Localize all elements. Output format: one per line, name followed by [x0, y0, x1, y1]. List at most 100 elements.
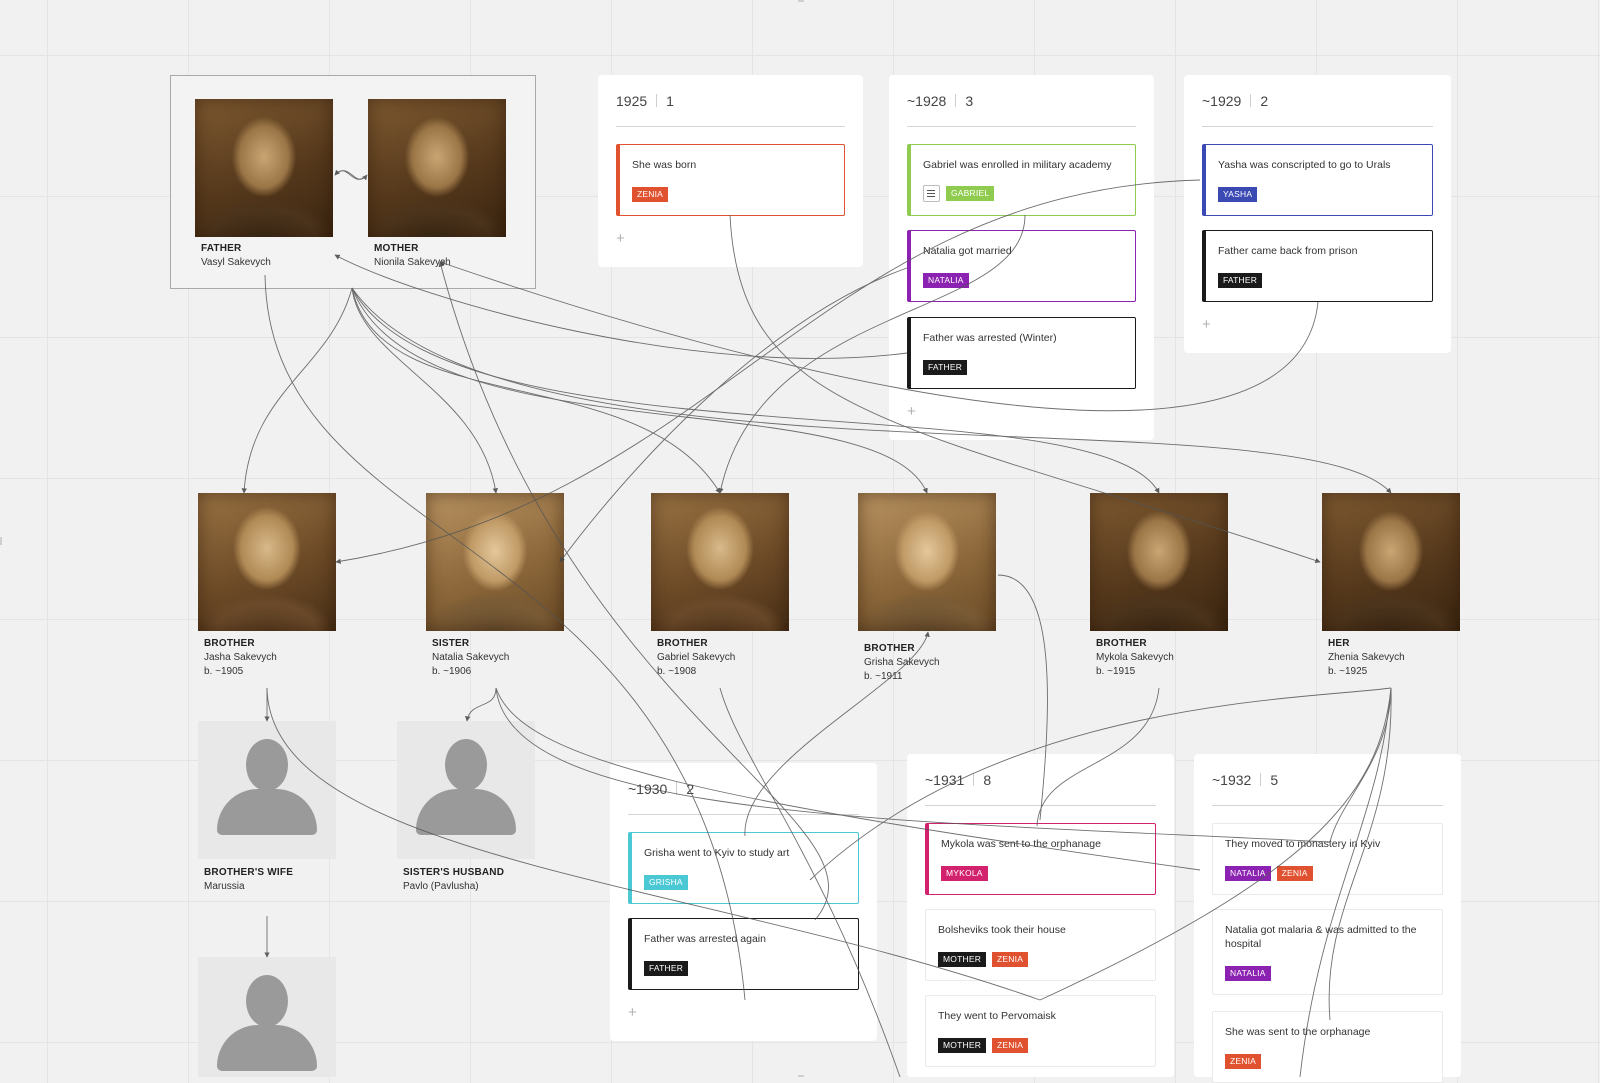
- person-name: Grisha Sakevych: [864, 657, 940, 668]
- column-divider: [628, 814, 859, 815]
- tag-natalia[interactable]: NATALIA: [923, 273, 969, 288]
- column-header[interactable]: ~1929 2: [1202, 93, 1268, 109]
- timeline-column[interactable]: ~1931 8 Mykola was sent to the orphanage MY…: [907, 754, 1174, 1077]
- event-tags: GABRIEL: [923, 185, 995, 202]
- event-card[interactable]: Mykola was sent to the orphanage MYKOLA: [925, 823, 1156, 895]
- tag-grisha[interactable]: GRISHA: [644, 875, 688, 890]
- column-year: ~1931: [925, 772, 965, 788]
- brothers-wife-avatar-placeholder[interactable]: [198, 721, 336, 859]
- gabriel-caption: BROTHER Gabriel Sakevych b. ~1908: [657, 637, 735, 679]
- column-divider: [925, 805, 1156, 806]
- person-name: Gabriel Sakevych: [657, 652, 736, 663]
- add-card-button[interactable]: +: [907, 403, 916, 420]
- tag-father[interactable]: FATHER: [1218, 273, 1263, 288]
- notes-icon[interactable]: [923, 185, 940, 202]
- add-card-button[interactable]: +: [628, 1004, 637, 1021]
- zhenia-photo[interactable]: [1322, 493, 1460, 631]
- person-born: b. ~1925: [1328, 666, 1368, 677]
- header-divider: [656, 94, 658, 107]
- person-role: FATHER: [201, 243, 242, 254]
- column-count: 3: [965, 93, 974, 109]
- timeline-column[interactable]: ~1930 2 Grisha went to Kyiv to study art GR…: [610, 763, 877, 1041]
- sisters-husband-avatar-placeholder[interactable]: [397, 721, 535, 859]
- event-card[interactable]: Father was arrested again FATHER: [628, 918, 859, 990]
- event-card[interactable]: Natalia got malaria & was admitted to th…: [1212, 909, 1443, 995]
- child-avatar-placeholder[interactable]: [198, 957, 336, 1077]
- mother-caption: MOTHER Nionila Sakevych: [374, 242, 451, 270]
- header-divider: [1260, 773, 1262, 786]
- tag-zenia[interactable]: ZENIA: [1276, 866, 1313, 881]
- column-header[interactable]: 1925 1: [616, 93, 674, 109]
- column-count: 2: [686, 781, 695, 797]
- tag-yasha[interactable]: YASHA: [1218, 187, 1258, 202]
- sisters-husband-caption: SISTER'S HUSBAND Pavlo (Pavlusha): [403, 866, 504, 894]
- event-text: Father was arrested (Winter): [923, 332, 1057, 344]
- tag-mother[interactable]: MOTHER: [938, 952, 987, 967]
- timeline-column[interactable]: ~1929 2 Yasha was conscripted to go to Ura…: [1184, 75, 1451, 353]
- event-tags: NATALIA: [923, 273, 969, 288]
- event-card[interactable]: Father was arrested (Winter) FATHER: [907, 317, 1136, 389]
- person-name: Pavlo (Pavlusha): [403, 881, 479, 892]
- tag-natalia[interactable]: NATALIA: [1225, 866, 1271, 881]
- header-divider: [1250, 94, 1252, 107]
- event-card[interactable]: They went to Pervomaisk MOTHER ZENIA: [925, 995, 1156, 1067]
- person-name: Marussia: [204, 881, 245, 892]
- event-text: She was sent to the orphanage: [1225, 1026, 1371, 1038]
- event-card[interactable]: Natalia got married NATALIA: [907, 230, 1136, 302]
- tag-zenia[interactable]: ZENIA: [632, 187, 669, 202]
- timeline-column[interactable]: ~1932 5 They moved to monastery in Kyiv NAT…: [1194, 754, 1461, 1083]
- timeline-column[interactable]: 1925 1 She was born ZENIA +: [598, 75, 863, 267]
- grisha-photo[interactable]: [858, 493, 996, 631]
- event-card[interactable]: Father came back from prison FATHER: [1202, 230, 1433, 302]
- tag-zenia[interactable]: ZENIA: [1225, 1054, 1262, 1069]
- mykola-photo[interactable]: [1090, 493, 1228, 631]
- whiteboard-canvas[interactable]: FATHER Vasyl Sakevych MOTHER Nionila Sak…: [0, 0, 1600, 1083]
- column-year: ~1929: [1202, 93, 1242, 109]
- event-card[interactable]: She was born ZENIA: [616, 144, 845, 216]
- person-name: Natalia Sakevych: [432, 652, 510, 663]
- mother-photo[interactable]: [368, 99, 506, 237]
- avatar-body-icon: [217, 789, 317, 835]
- event-card[interactable]: Grisha went to Kyiv to study art GRISHA: [628, 832, 859, 904]
- event-card[interactable]: Yasha was conscripted to go to Urals YASH…: [1202, 144, 1433, 216]
- tag-father[interactable]: FATHER: [923, 360, 968, 375]
- add-card-button[interactable]: +: [1202, 316, 1211, 333]
- event-card[interactable]: She was sent to the orphanage ZENIA: [1212, 1011, 1443, 1083]
- father-photo[interactable]: [195, 99, 333, 237]
- timeline-column[interactable]: ~1928 3 Gabriel was enrolled in military a…: [889, 75, 1154, 440]
- header-divider: [973, 773, 975, 786]
- connector-family-gabriel: [351, 287, 721, 494]
- person-role: BROTHER: [864, 643, 915, 654]
- header-divider: [955, 94, 957, 107]
- event-text: Father came back from prison: [1218, 245, 1358, 257]
- tag-gabriel[interactable]: GABRIEL: [946, 186, 995, 201]
- natalia-photo[interactable]: [426, 493, 564, 631]
- column-header[interactable]: ~1932 5: [1212, 772, 1278, 788]
- event-card[interactable]: Gabriel was enrolled in military academy…: [907, 144, 1136, 216]
- tag-father[interactable]: FATHER: [644, 961, 689, 976]
- column-header[interactable]: ~1931 8: [925, 772, 991, 788]
- event-text: Bolsheviks took their house: [938, 924, 1066, 936]
- avatar-body-icon: [217, 1025, 317, 1071]
- gabriel-photo[interactable]: [651, 493, 789, 631]
- connector-family-jasha: [241, 287, 353, 494]
- jasha-photo[interactable]: [198, 493, 336, 631]
- tag-natalia[interactable]: NATALIA: [1225, 966, 1271, 981]
- event-card[interactable]: They moved to monastery in Kyiv NATALIA ZE…: [1212, 823, 1443, 895]
- person-name: Vasyl Sakevych: [201, 257, 271, 268]
- event-tags: MOTHER ZENIA: [938, 1038, 1029, 1053]
- add-card-button[interactable]: +: [616, 230, 625, 247]
- event-text: Gabriel was enrolled in military academy: [923, 159, 1112, 171]
- column-header[interactable]: ~1928 3: [907, 93, 973, 109]
- canvas-edge-marker: [0, 537, 2, 545]
- tag-zenia[interactable]: ZENIA: [992, 1038, 1029, 1053]
- event-tags: MYKOLA: [941, 866, 988, 881]
- person-born: b. ~1915: [1096, 666, 1136, 677]
- column-header[interactable]: ~1930 2: [628, 781, 694, 797]
- column-year: ~1930: [628, 781, 668, 797]
- tag-zenia[interactable]: ZENIA: [992, 952, 1029, 967]
- event-card[interactable]: Bolsheviks took their house MOTHER ZENIA: [925, 909, 1156, 981]
- person-born: b. ~1906: [432, 666, 472, 677]
- tag-mykola[interactable]: MYKOLA: [941, 866, 988, 881]
- tag-mother[interactable]: MOTHER: [938, 1038, 987, 1053]
